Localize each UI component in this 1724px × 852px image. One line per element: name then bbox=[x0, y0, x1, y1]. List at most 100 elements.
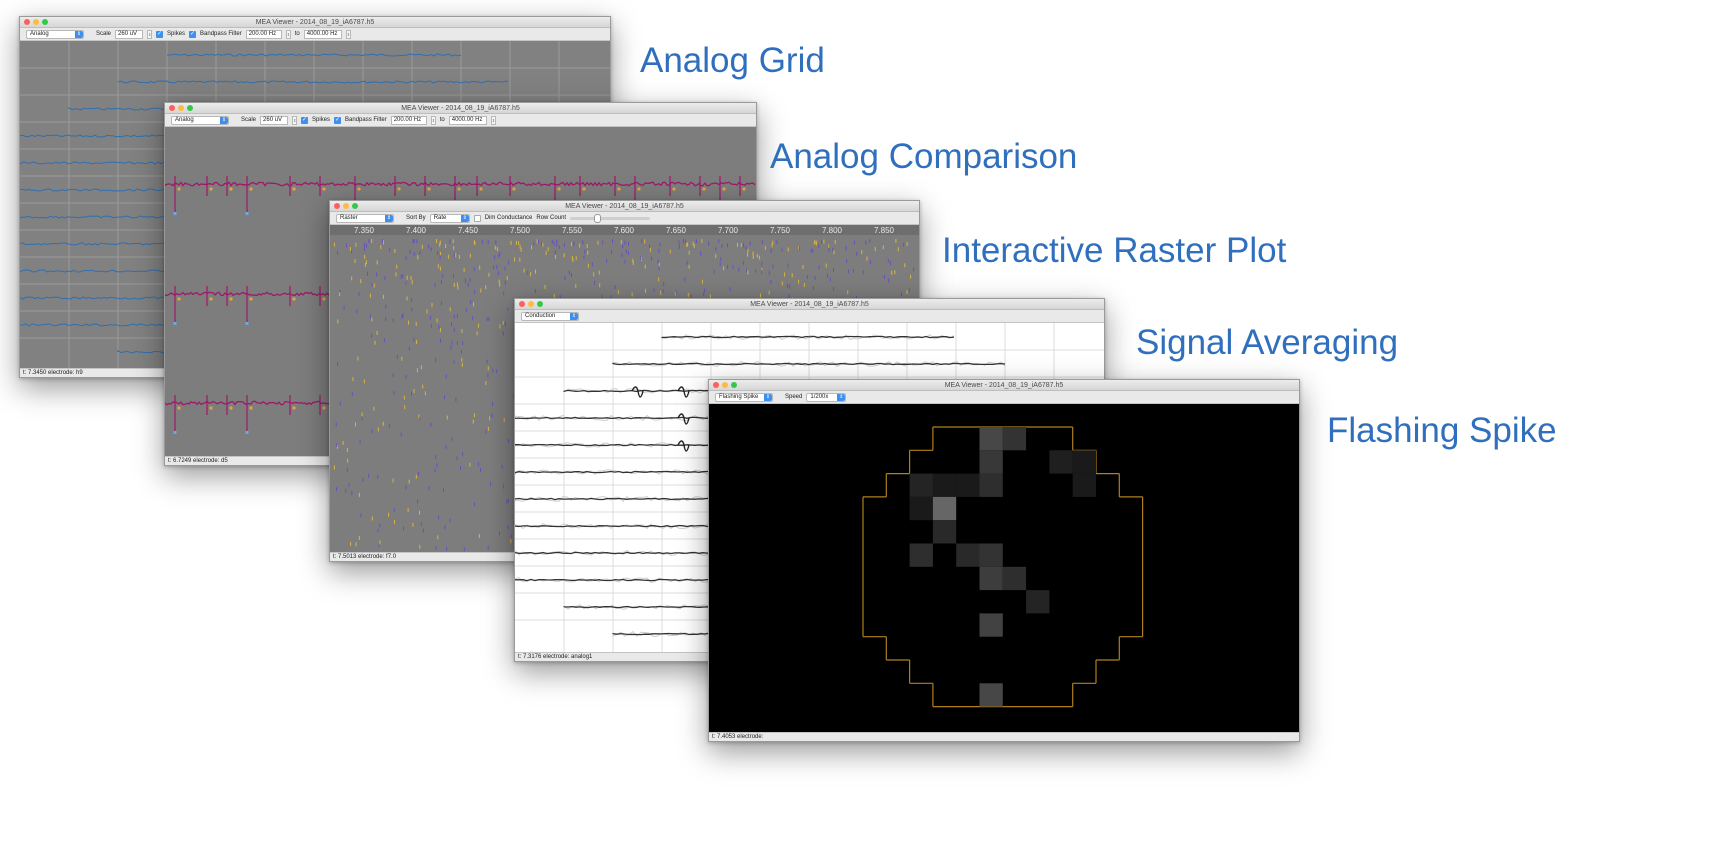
dim-conductance-checkbox[interactable] bbox=[473, 214, 481, 222]
to-label: to bbox=[439, 117, 445, 123]
window-title: MEA Viewer - 2014_08_19_iA6787.h5 bbox=[565, 203, 684, 210]
row-count-label: Row Count bbox=[536, 215, 567, 221]
mode-select-value: Analog bbox=[30, 30, 49, 37]
bandpass-checkbox[interactable]: ✓ bbox=[189, 30, 197, 38]
electrode-cell bbox=[1002, 566, 1027, 591]
high-freq-stepper[interactable]: ⇕ bbox=[490, 115, 496, 125]
spike-marker bbox=[617, 187, 621, 191]
scale-label: Scale bbox=[96, 31, 112, 37]
spikes-checkbox[interactable]: ✓ bbox=[301, 116, 309, 124]
electrode-cell bbox=[1002, 427, 1027, 451]
spike-marker bbox=[245, 212, 249, 215]
window-title: MEA Viewer - 2014_08_19_iA6787.h5 bbox=[255, 19, 375, 26]
chevron-down-icon: ⇕ bbox=[75, 30, 83, 38]
spike-marker bbox=[249, 297, 253, 301]
bandpass-checkbox[interactable]: ✓ bbox=[334, 116, 342, 124]
scale-field[interactable]: 260 uV bbox=[260, 115, 289, 125]
spike-marker bbox=[672, 187, 676, 191]
chevron-down-icon: ⇕ bbox=[385, 214, 393, 222]
mode-select[interactable]: Raster ⇕ bbox=[336, 213, 394, 223]
mode-select-value: Analog bbox=[175, 116, 194, 123]
title-bar[interactable]: MEA Viewer - 2014_08_19_iA6787.h5 bbox=[330, 201, 919, 212]
title-bar[interactable]: MEA Viewer - 2014_08_19_iA6787.h5 bbox=[709, 380, 1299, 391]
electrode-cell bbox=[979, 427, 1003, 451]
spike-marker bbox=[209, 297, 213, 301]
mode-select[interactable]: Analog ⇕ bbox=[171, 115, 229, 125]
axis-tick-label: 7.400 bbox=[406, 226, 427, 235]
axis-tick-label: 7.500 bbox=[510, 226, 531, 235]
analog-trace bbox=[165, 181, 756, 187]
mode-select[interactable]: Flashing Spike ⇕ bbox=[715, 392, 773, 402]
title-bar[interactable]: MEA Viewer - 2014_08_19_iA6787.h5 bbox=[165, 103, 756, 114]
spikes-label: Spikes bbox=[167, 31, 186, 37]
mode-select[interactable]: Conduction ⇕ bbox=[521, 311, 579, 321]
electrode-cell bbox=[932, 473, 957, 497]
spike-marker bbox=[702, 187, 706, 191]
mode-select-value: Raster bbox=[340, 214, 358, 221]
spikes-checkbox[interactable]: ✓ bbox=[156, 30, 164, 38]
spike-marker bbox=[177, 187, 181, 191]
toolbar: Analog ⇕ Scale 260 uV ⇕ ✓ Spikes ✓ Bandp… bbox=[165, 114, 756, 127]
spike-marker bbox=[557, 187, 561, 191]
window-title: MEA Viewer - 2014_08_19_iA6787.h5 bbox=[750, 301, 869, 308]
electrode-cell bbox=[956, 543, 980, 567]
toolbar: Flashing Spike ⇕ Speed 1/200x ⇕ bbox=[709, 391, 1299, 404]
spike-marker bbox=[173, 431, 177, 434]
low-freq-stepper[interactable]: ⇕ bbox=[430, 115, 436, 125]
spike-marker bbox=[177, 297, 181, 301]
row-count-slider[interactable] bbox=[570, 213, 651, 223]
spike-marker bbox=[245, 431, 249, 434]
axis-tick-label: 7.850 bbox=[874, 226, 895, 235]
spike-marker bbox=[322, 187, 326, 191]
scale-stepper[interactable]: ⇕ bbox=[292, 115, 298, 125]
electrode-array-canvas[interactable] bbox=[709, 404, 1299, 734]
axis-tick-label: 7.750 bbox=[770, 226, 791, 235]
spike-marker bbox=[249, 406, 253, 410]
electrode-array-view[interactable] bbox=[709, 404, 1299, 732]
sort-by-select[interactable]: Rate ⇕ bbox=[429, 213, 470, 223]
spike-marker bbox=[397, 187, 401, 191]
axis-tick-label: 7.600 bbox=[614, 226, 635, 235]
spike-marker bbox=[292, 406, 296, 410]
electrode-cell bbox=[909, 473, 933, 497]
spike-marker bbox=[292, 297, 296, 301]
low-freq-field[interactable]: 200.00 Hz bbox=[390, 115, 427, 125]
toolbar: Raster ⇕ Sort By Rate ⇕ Dim Conductance … bbox=[330, 212, 919, 225]
spike-marker bbox=[357, 187, 361, 191]
scale-stepper[interactable]: ⇕ bbox=[147, 29, 153, 39]
analog-trace bbox=[117, 80, 509, 84]
mode-select[interactable]: Analog ⇕ bbox=[26, 29, 84, 39]
speed-select[interactable]: 1/200x ⇕ bbox=[806, 392, 847, 402]
slider-knob[interactable] bbox=[594, 213, 602, 223]
title-bar[interactable]: MEA Viewer - 2014_08_19_iA6787.h5 bbox=[515, 299, 1104, 310]
high-freq-stepper[interactable]: ⇕ bbox=[345, 29, 351, 39]
electrode-cell bbox=[979, 450, 1003, 474]
window-title: MEA Viewer - 2014_08_19_iA6787.h5 bbox=[401, 105, 520, 112]
analog-comparison-label: Analog Comparison bbox=[770, 137, 1078, 176]
to-label: to bbox=[294, 31, 300, 37]
electrode-cell bbox=[979, 683, 1003, 707]
electrode-cell bbox=[956, 473, 980, 497]
electrode-cell bbox=[979, 566, 1003, 591]
low-freq-field[interactable]: 200.00 Hz bbox=[245, 29, 282, 39]
scale-field[interactable]: 260 uV bbox=[115, 29, 144, 39]
spike-marker bbox=[173, 322, 177, 325]
spike-marker bbox=[582, 187, 586, 191]
spike-marker bbox=[427, 187, 431, 191]
spike-marker bbox=[177, 406, 181, 410]
electrode-cell bbox=[932, 496, 957, 521]
speed-label: Speed bbox=[785, 394, 803, 400]
high-freq-field[interactable]: 4000.00 Hz bbox=[448, 115, 487, 125]
flashing-spike-window: MEA Viewer - 2014_08_19_iA6787.h5 Flashi… bbox=[708, 379, 1300, 742]
title-bar[interactable]: MEA Viewer - 2014_08_19_iA6787.h5 bbox=[20, 17, 610, 28]
electrode-cell bbox=[932, 520, 957, 544]
analog-grid-label: Analog Grid bbox=[640, 41, 825, 80]
spike-marker bbox=[229, 406, 233, 410]
spike-marker bbox=[173, 212, 177, 215]
high-freq-field[interactable]: 4000.00 Hz bbox=[303, 29, 342, 39]
speed-select-value: 1/200x bbox=[810, 393, 829, 400]
interactive-raster-label: Interactive Raster Plot bbox=[942, 231, 1287, 270]
toolbar: Conduction ⇕ bbox=[515, 310, 1104, 323]
low-freq-stepper[interactable]: ⇕ bbox=[285, 29, 291, 39]
toolbar: Analog ⇕ Scale 260 uV ⇕ ✓ Spikes ✓ Bandp… bbox=[20, 28, 610, 41]
